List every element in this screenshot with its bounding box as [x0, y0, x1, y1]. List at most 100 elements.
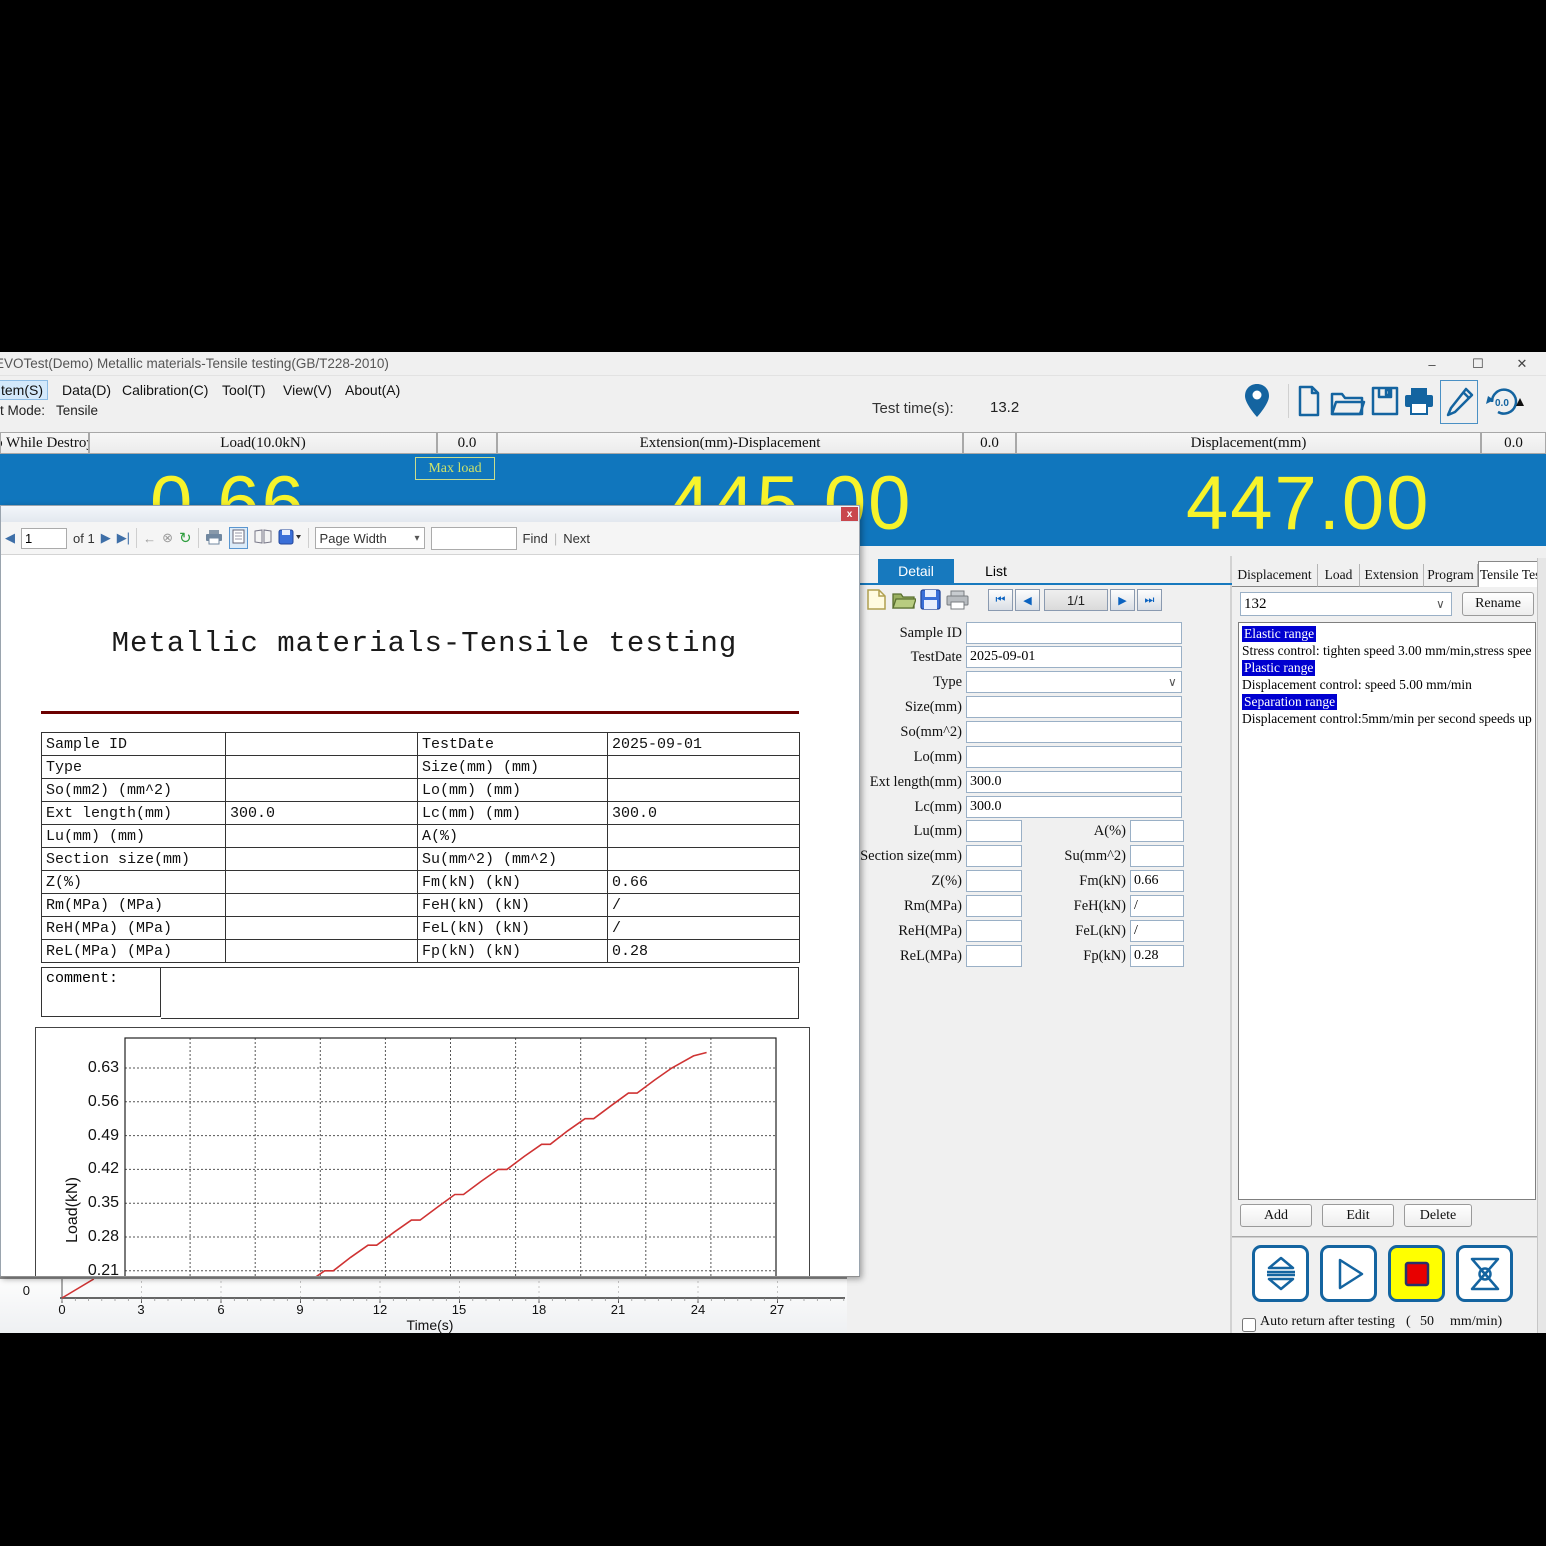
- edit-button[interactable]: Edit: [1322, 1204, 1394, 1227]
- export-save-icon[interactable]: [278, 529, 302, 548]
- lo-input[interactable]: [966, 746, 1182, 768]
- range-listbox[interactable]: Elastic range Stress control: tighten sp…: [1238, 622, 1536, 1200]
- refresh-icon[interactable]: ↻: [179, 529, 192, 547]
- rm-input[interactable]: [966, 895, 1022, 917]
- reh-input[interactable]: [966, 920, 1022, 942]
- report-close-button[interactable]: x: [841, 507, 858, 521]
- first-page-icon[interactable]: ◀: [5, 530, 15, 546]
- stop-refresh-icon[interactable]: ⊗: [162, 530, 173, 546]
- record-last-button[interactable]: ⏭: [1137, 589, 1162, 611]
- field-label: Size(mm): [862, 699, 962, 716]
- maximize-button[interactable]: ☐: [1462, 354, 1494, 374]
- delete-button[interactable]: Delete: [1404, 1204, 1472, 1227]
- print-layout-icon[interactable]: [229, 527, 248, 549]
- tab-list[interactable]: List: [954, 559, 1038, 583]
- table-cell: [226, 733, 418, 756]
- fm-input[interactable]: [1130, 870, 1184, 892]
- status-stop-destroy: o While Destroy: [0, 432, 89, 454]
- fp-input[interactable]: [1130, 945, 1184, 967]
- tab-tensile-test[interactable]: Tensile Test: [1478, 561, 1546, 587]
- reset-zero-icon[interactable]: 0.0: [1482, 384, 1526, 425]
- range-name[interactable]: Separation range: [1242, 694, 1337, 710]
- record-save-icon[interactable]: [920, 589, 941, 615]
- a-percent-input[interactable]: [1130, 820, 1184, 842]
- open-folder-icon[interactable]: [1330, 386, 1366, 423]
- minimize-button[interactable]: –: [1416, 354, 1448, 374]
- stop-test-button[interactable]: [1388, 1245, 1445, 1302]
- menu-data[interactable]: Data(D): [58, 380, 115, 400]
- table-cell: [608, 779, 800, 802]
- preset-combobox[interactable]: 132: [1240, 592, 1452, 616]
- menu-system[interactable]: tem(S): [0, 380, 48, 400]
- menu-about[interactable]: About(A): [341, 380, 404, 400]
- last-page-icon[interactable]: ▶|: [117, 530, 130, 546]
- tab-extension[interactable]: Extension: [1360, 564, 1424, 587]
- toolbar-divider: [1288, 384, 1289, 418]
- lc-input[interactable]: [966, 796, 1182, 818]
- close-button[interactable]: ✕: [1506, 354, 1538, 374]
- field-label: ReL(MPa): [862, 948, 962, 965]
- new-file-icon[interactable]: [1296, 383, 1322, 424]
- table-cell: ReL(MPa) (MPa): [42, 940, 226, 963]
- type-combobox[interactable]: [966, 671, 1182, 693]
- su-input[interactable]: [1130, 845, 1184, 867]
- range-name[interactable]: Plastic range: [1242, 660, 1315, 676]
- auto-return-label: Auto return after testing: [1260, 1314, 1395, 1330]
- lu-input[interactable]: [966, 820, 1022, 842]
- menu-tool[interactable]: Tool(T): [218, 380, 270, 400]
- tab-program[interactable]: Program: [1424, 564, 1478, 587]
- edit-pencil-icon[interactable]: [1440, 380, 1478, 424]
- record-open-icon[interactable]: [892, 590, 916, 615]
- toolbar-separator: [198, 528, 199, 548]
- max-load-badge[interactable]: Max load: [415, 457, 495, 480]
- page-number-input[interactable]: [21, 528, 67, 549]
- next-button[interactable]: Next: [563, 531, 590, 546]
- back-icon[interactable]: ←: [143, 531, 156, 546]
- report-title-bar: x: [1, 506, 859, 522]
- next-page-icon[interactable]: ▶: [101, 530, 111, 546]
- scrollbar[interactable]: [1537, 558, 1546, 1333]
- feh-input[interactable]: [1130, 895, 1184, 917]
- find-button[interactable]: Find: [523, 531, 548, 546]
- test-date-input[interactable]: [966, 646, 1182, 668]
- z-percent-input[interactable]: [966, 870, 1022, 892]
- start-test-button[interactable]: [1320, 1245, 1377, 1302]
- save-icon[interactable]: [1370, 385, 1400, 422]
- record-new-icon[interactable]: [866, 588, 887, 616]
- page-setup-icon[interactable]: [254, 529, 272, 547]
- tab-load[interactable]: Load: [1318, 564, 1360, 587]
- add-button[interactable]: Add: [1240, 1204, 1312, 1227]
- range-name[interactable]: Elastic range: [1242, 626, 1316, 642]
- rename-button[interactable]: Rename: [1462, 592, 1534, 616]
- tab-detail[interactable]: Detail: [878, 559, 954, 583]
- menu-view[interactable]: View(V): [279, 380, 336, 400]
- location-pin-icon[interactable]: [1243, 382, 1271, 425]
- zoom-select[interactable]: Page Width▾: [315, 527, 425, 549]
- fel-input[interactable]: [1130, 920, 1184, 942]
- jog-updown-button[interactable]: [1252, 1245, 1309, 1302]
- section-size-input[interactable]: [966, 845, 1022, 867]
- menu-calibration[interactable]: Calibration(C): [118, 380, 212, 400]
- field-label: Z(%): [862, 873, 962, 890]
- auto-return-checkbox[interactable]: [1242, 1318, 1256, 1332]
- record-prev-button[interactable]: ◀: [1015, 589, 1040, 611]
- report-print-icon[interactable]: [205, 529, 223, 548]
- svg-text:0.0: 0.0: [1495, 398, 1509, 409]
- record-first-button[interactable]: ⏮: [988, 589, 1013, 611]
- chevron-down-icon: ∨: [1436, 597, 1445, 611]
- record-print-icon[interactable]: [946, 590, 969, 615]
- rel-input[interactable]: [966, 945, 1022, 967]
- record-next-button[interactable]: ▶: [1110, 589, 1135, 611]
- sample-id-input[interactable]: [966, 622, 1182, 644]
- so-input[interactable]: [966, 721, 1182, 743]
- table-cell: [226, 779, 418, 802]
- size-input[interactable]: [966, 696, 1182, 718]
- panel-hr: [1232, 1236, 1546, 1238]
- test-time-value: 13.2: [990, 399, 1019, 416]
- status-load-value: 0.0: [437, 432, 497, 454]
- ext-length-input[interactable]: [966, 771, 1182, 793]
- search-input[interactable]: [431, 527, 517, 550]
- tab-displacement[interactable]: Displacement: [1232, 564, 1318, 587]
- print-icon[interactable]: [1403, 386, 1435, 421]
- return-button[interactable]: [1456, 1245, 1513, 1302]
